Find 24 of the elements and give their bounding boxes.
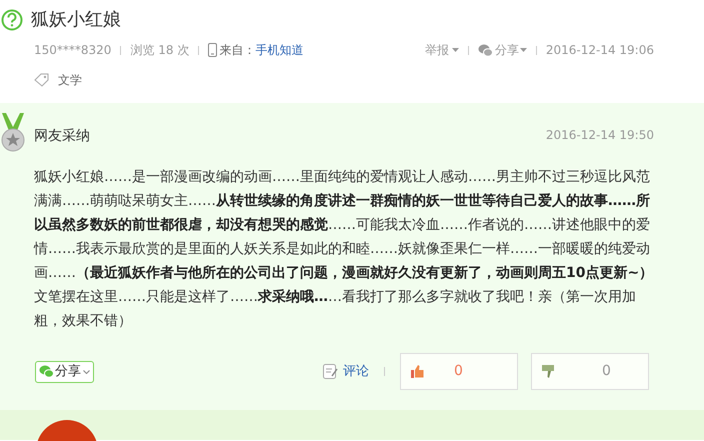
chat-bubbles-icon <box>478 44 493 56</box>
question-icon <box>1 8 23 30</box>
user-name: 150****8320 <box>34 42 112 59</box>
answer-time: 2016-12-14 19:50 <box>546 127 654 144</box>
chat-bubbles-icon <box>39 365 54 378</box>
question-time: 2016-12-14 19:06 <box>546 42 654 59</box>
caret-icon <box>520 48 527 52</box>
medal-icon <box>0 113 26 153</box>
comment-link[interactable]: 评论 <box>343 362 369 382</box>
phone-icon <box>208 43 218 57</box>
view-count: 浏览 18 次 <box>130 42 190 59</box>
caret-icon <box>452 48 459 52</box>
adopted-label: 网友采纳 <box>34 127 90 146</box>
source-link[interactable]: 手机知道 <box>255 41 304 59</box>
thumbs-down-icon <box>542 365 555 378</box>
tag-icon <box>34 73 50 87</box>
tag-link[interactable]: 文学 <box>58 71 82 89</box>
source-label: 来自： <box>219 42 256 59</box>
comment-icon <box>323 364 338 379</box>
thumbs-up-icon <box>411 365 424 378</box>
share-button[interactable]: 分享 <box>35 360 94 382</box>
answer-text: 狐妖小红娘……是一部漫画改编的动画……里面纯纯的爱情观让人感动……男主帅不过三秒逗比风范满满……萌萌哒呆萌女主……从转世续缘的角度讲述一群痴情的妖一世世等待自己爱人的故事……所以虽然多数妖的前世都很虐，却没有想哭的感觉……可能我太冷血……作者说的……讲述他眼中的爱情……我表示最欣赏的是里面的人妖关系是如此的和睦……妖就像歪果仁一样……一部暖暖的纯爱动画……（最近狐妖作者与他所在的公司出了问题，漫画就好久没有更新了，动画则周五10点更新~）文笔摆在这里……只能是这样了……求采纳哦……看我打了那么多字就收了我吧！亲（第一次用加粗，效果不错） <box>34 168 654 331</box>
question-title: 狐妖小红娘 <box>31 8 121 32</box>
chevron-down-icon <box>83 370 90 374</box>
